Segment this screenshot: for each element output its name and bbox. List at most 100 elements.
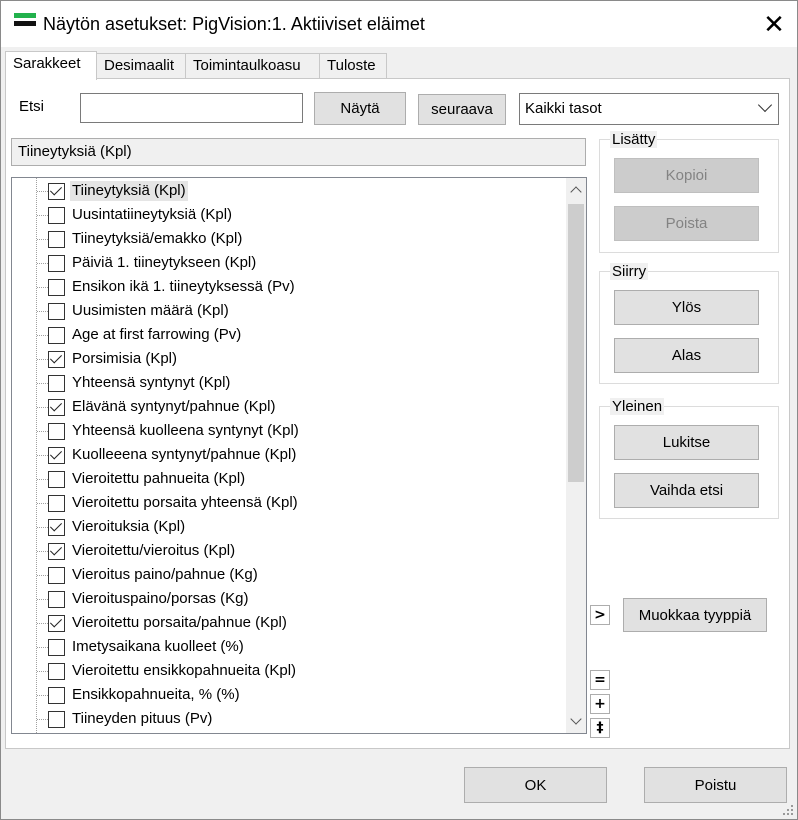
item-checkbox[interactable] [48,543,65,560]
equal-button[interactable]: = [590,670,610,690]
tree-item[interactable]: Uusintatiineytyksiä (Kpl) [12,203,557,227]
tree-item[interactable]: Vieroitettu porsaita yhteensä (Kpl) [12,491,557,515]
tree-connector [37,599,48,600]
level-select-value: Kaikki tasot [525,100,602,117]
scroll-up-icon[interactable] [566,180,586,200]
expand-arrow-button[interactable]: > [590,605,610,625]
item-checkbox[interactable] [48,567,65,584]
chevron-down-icon [757,97,773,113]
tree-item[interactable]: Vieroitettu porsaita/pahnue (Kpl) [12,611,557,635]
checkmark-icon [49,615,63,628]
columns-tree[interactable]: Tiineytyksiä (Kpl) Uusintatiineytyksiä (K… [11,177,587,734]
item-checkbox[interactable] [48,207,65,224]
tree-item[interactable]: Vieroitettu pahnueita (Kpl) [12,467,557,491]
tree-connector [37,623,48,624]
tab-sarakkeet[interactable]: Sarakkeet [5,51,97,80]
item-checkbox[interactable] [48,279,65,296]
item-label: Porsimisia (Kpl) [72,350,178,367]
item-checkbox[interactable] [48,351,65,368]
item-checkbox[interactable] [48,615,65,632]
checkmark-icon [49,519,63,532]
item-checkbox[interactable] [48,711,65,728]
item-checkbox[interactable] [48,591,65,608]
tree-item[interactable]: Porsimisia (Kpl) [12,347,557,371]
tree-item[interactable]: Age at first farrowing (Pv) [12,323,557,347]
ok-button[interactable]: OK [464,767,607,803]
cancel-button[interactable]: Poistu [644,767,787,803]
resize-grip-icon[interactable] [782,804,794,816]
tree-item[interactable]: Uusimisten määrä (Kpl) [12,299,557,323]
change-search-button[interactable]: Vaihda etsi [614,473,759,508]
group-general-title: Yleinen [610,398,665,415]
item-label: Vieroitettu ensikkopahnueita (Kpl) [72,662,297,679]
move-up-button[interactable]: Ylös [614,290,759,325]
scroll-down-icon[interactable] [566,711,586,731]
tree-item[interactable]: Päiviä 1. tiineytykseen (Kpl) [12,251,557,275]
search-input[interactable] [80,93,303,123]
item-checkbox[interactable] [48,687,65,704]
tree-item[interactable]: Vieroitus paino/pahnue (Kg) [12,563,557,587]
tree-connector [37,527,48,528]
tree-item[interactable]: Ensikon ikä 1. tiineytyksessä (Pv) [12,275,557,299]
tree-item[interactable]: Tiineytyksiä/emakko (Kpl) [12,227,557,251]
item-checkbox[interactable] [48,231,65,248]
item-checkbox[interactable] [48,663,65,680]
item-checkbox[interactable] [48,495,65,512]
tree-connector [37,551,48,552]
item-checkbox[interactable] [48,183,65,200]
edit-type-button[interactable]: Muokkaa tyyppiä [623,598,767,632]
close-icon[interactable]: ✕ [751,1,797,47]
tree-item[interactable]: Kuolleeena syntynyt/pahnue (Kpl) [12,443,557,467]
item-checkbox[interactable] [48,423,65,440]
item-checkbox[interactable] [48,471,65,488]
tree-connector [37,263,48,264]
item-label: Yhteensä syntynyt (Kpl) [72,374,231,391]
tree-item[interactable]: Vieroituspaino/porsas (Kg) [12,587,557,611]
tree-item[interactable]: Yhteensä syntynyt (Kpl) [12,371,557,395]
tree-connector [37,335,48,336]
tree-item[interactable]: Imetysaikana kuolleet (%) [12,635,557,659]
plus-button[interactable]: + [590,694,610,714]
tab-tuloste[interactable]: Tuloste [319,53,387,79]
item-label: Vieroitettu/vieroitus (Kpl) [72,542,236,559]
checkmark-icon [49,447,63,460]
delete-button[interactable]: Poista [614,206,759,241]
tree-connector [37,311,48,312]
item-checkbox[interactable] [48,303,65,320]
item-checkbox[interactable] [48,399,65,416]
copy-button[interactable]: Kopioi [614,158,759,193]
tab-desimaalit[interactable]: Desimaalit [96,53,186,79]
selected-item-display: Tiineytyksiä (Kpl) [11,138,586,166]
item-checkbox[interactable] [48,375,65,392]
tree-connector [37,215,48,216]
tree-item[interactable]: Vieroitettu/vieroitus (Kpl) [12,539,557,563]
item-checkbox[interactable] [48,327,65,344]
level-select[interactable]: Kaikki tasot [519,93,779,125]
tree-item[interactable]: Yhteensä kuolleena syntynyt (Kpl) [12,419,557,443]
item-checkbox[interactable] [48,519,65,536]
tree-item[interactable]: Tiineyden pituus (Pv) [12,707,557,731]
settings-dialog: Näytön asetukset: PigVision:1. Aktiivise… [0,0,798,820]
next-button[interactable]: seuraava [418,94,506,125]
item-checkbox[interactable] [48,639,65,656]
tree-item[interactable]: Tiineytyksiä (Kpl) [12,179,557,203]
tree-item[interactable]: Elävänä syntynyt/pahnue (Kpl) [12,395,557,419]
lock-button[interactable]: Lukitse [614,425,759,460]
scroll-thumb[interactable] [568,204,584,482]
item-checkbox[interactable] [48,447,65,464]
move-down-button[interactable]: Alas [614,338,759,373]
tree-connector [37,503,48,504]
vertical-scrollbar[interactable] [566,178,586,733]
tree-item[interactable]: Vieroituksia (Kpl) [12,515,557,539]
item-checkbox[interactable] [48,255,65,272]
tree-item[interactable]: Ensikkopahnueita, % (%) [12,683,557,707]
app-icon [14,13,36,29]
checkmark-icon [49,183,63,196]
tab-toimintaulkoasu[interactable]: Toimintaulkoasu [185,53,320,79]
show-button[interactable]: Näytä [314,92,406,125]
item-label: Vieroitettu porsaita yhteensä (Kpl) [72,494,298,511]
tree-connector [37,695,48,696]
tree-item[interactable]: Vieroitettu ensikkopahnueita (Kpl) [12,659,557,683]
item-label: Uusimisten määrä (Kpl) [72,302,229,319]
double-dagger-button[interactable]: ‡ [590,718,610,738]
